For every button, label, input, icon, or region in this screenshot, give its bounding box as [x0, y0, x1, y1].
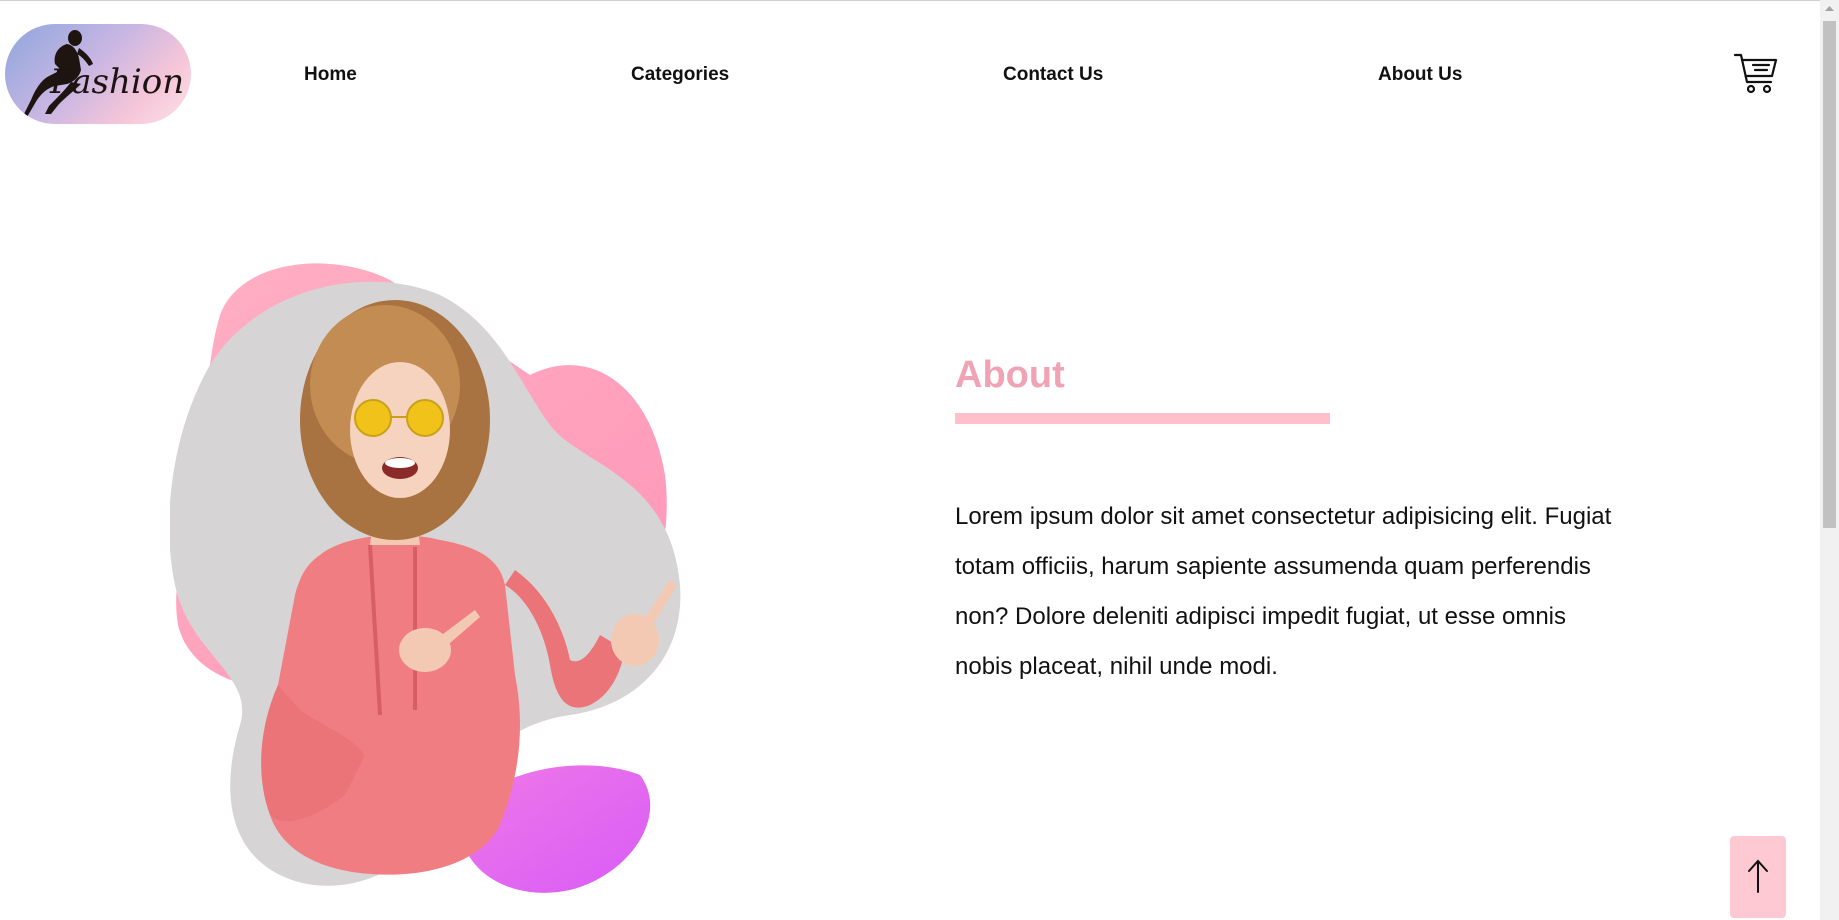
scrollbar-thumb[interactable] — [1823, 21, 1836, 528]
model-photo-blob — [169, 263, 681, 893]
scroll-up-arrow-icon[interactable] — [1820, 0, 1839, 17]
navbar: Fashion Home Categories Contact Us About… — [0, 0, 1820, 150]
shopping-cart-icon — [1733, 53, 1778, 94]
brand-logo-text: Fashion — [50, 62, 185, 102]
scroll-to-top-button[interactable] — [1730, 836, 1786, 918]
nav-link-contact-us[interactable]: Contact Us — [1003, 64, 1103, 86]
brand-logo[interactable]: Fashion — [5, 24, 191, 124]
nav-link-categories[interactable]: Categories — [631, 64, 729, 86]
arrow-up-icon — [1748, 859, 1768, 893]
hero-illustration — [169, 255, 780, 895]
nav-link-home[interactable]: Home — [304, 64, 357, 86]
about-body-text: Lorem ipsum dolor sit amet consectetur a… — [955, 503, 1612, 680]
vertical-scrollbar[interactable] — [1820, 0, 1839, 920]
cart-button[interactable] — [1733, 52, 1779, 96]
nav-link-about-us[interactable]: About Us — [1378, 64, 1462, 86]
about-title: About — [955, 354, 1065, 396]
about-title-underline — [955, 413, 1330, 424]
